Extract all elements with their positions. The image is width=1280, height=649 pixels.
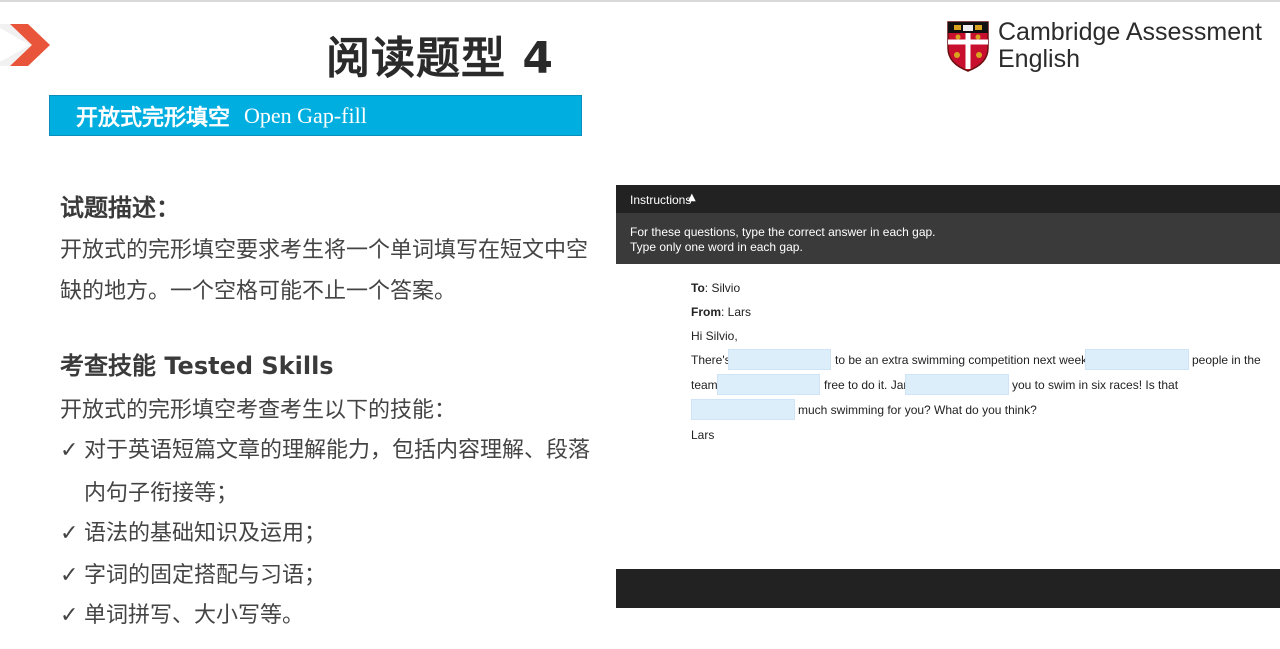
checkmark-icon: ✓	[60, 438, 79, 463]
passage-text: team	[691, 378, 718, 392]
logo-line-2: English	[998, 45, 1080, 73]
gap-input-3[interactable]	[717, 374, 820, 395]
chevron-right-icon	[0, 24, 50, 66]
instructions-panel: For these questions, type the correct an…	[616, 213, 1280, 264]
description-line-1: 开放式的完形填空要求考生将一个单词填写在短文中空	[60, 238, 589, 263]
skill-item: ✓ 单词拼写、大小写等。	[60, 603, 305, 628]
checkmark-icon: ✓	[60, 603, 79, 628]
cambridge-crest-icon	[947, 21, 989, 72]
passage-text: you to swim in six races! Is that	[1012, 378, 1179, 392]
to-line: To: Silvio	[691, 281, 741, 295]
exam-screenshot: Instructions ▲ For these questions, type…	[616, 185, 1280, 608]
skills-intro: 开放式的完形填空考查考生以下的技能：	[60, 398, 457, 423]
checkmark-icon: ✓	[60, 563, 79, 588]
skill-item: ✓ 语法的基础知识及运用；	[60, 521, 327, 546]
skill-item: ✓ 对于英语短篇文章的理解能力，包括内容理解、段落	[60, 438, 591, 463]
email-passage: To: Silvio From: Lars Hi Silvio, There's…	[616, 264, 1280, 569]
page-title: 阅读题型 4	[326, 33, 554, 84]
instruction-line-1: For these questions, type the correct an…	[630, 225, 936, 239]
instruction-line-2: Type only one word in each gap.	[630, 240, 803, 254]
caret-up-icon[interactable]: ▲	[688, 192, 696, 203]
skills-heading: 考查技能 Tested Skills	[60, 352, 334, 380]
logo-line-1: Cambridge Assessment	[998, 18, 1263, 46]
skill-item-continuation: 内句子衔接等；	[84, 481, 239, 506]
gap-input-2[interactable]	[1085, 349, 1189, 370]
skill-item: ✓ 字词的固定搭配与习语；	[60, 563, 327, 588]
instructions-label[interactable]: Instructions	[630, 193, 691, 207]
sign-off: Lars	[691, 428, 715, 442]
checkmark-icon: ✓	[60, 521, 79, 546]
passage-text: free to do it. Jane	[824, 378, 917, 392]
passage-text: much swimming for you? What do you think…	[798, 403, 1037, 417]
gap-input-5[interactable]	[691, 399, 795, 420]
cambridge-logo: Cambridge Assessment English	[946, 18, 1266, 74]
gap-input-4[interactable]	[905, 374, 1009, 395]
top-divider	[0, 0, 1280, 2]
instructions-toggle[interactable]: Instructions ▲	[616, 185, 1280, 213]
passage-text: There's	[691, 353, 731, 367]
description-heading: 试题描述：	[60, 194, 180, 222]
banner-title-en: Open Gap-fill	[244, 102, 367, 128]
passage-text: people in the	[1192, 353, 1261, 367]
greeting: Hi Silvio,	[691, 329, 738, 343]
navigation-bar	[616, 569, 1280, 608]
section-banner: 开放式完形填空 Open Gap-fill	[49, 95, 582, 136]
gap-input-1[interactable]	[728, 349, 831, 370]
banner-title-cn: 开放式完形填空	[76, 105, 231, 131]
from-line: From: Lars	[691, 305, 752, 319]
description-line-2: 缺的地方。一个空格可能不止一个答案。	[60, 279, 457, 304]
